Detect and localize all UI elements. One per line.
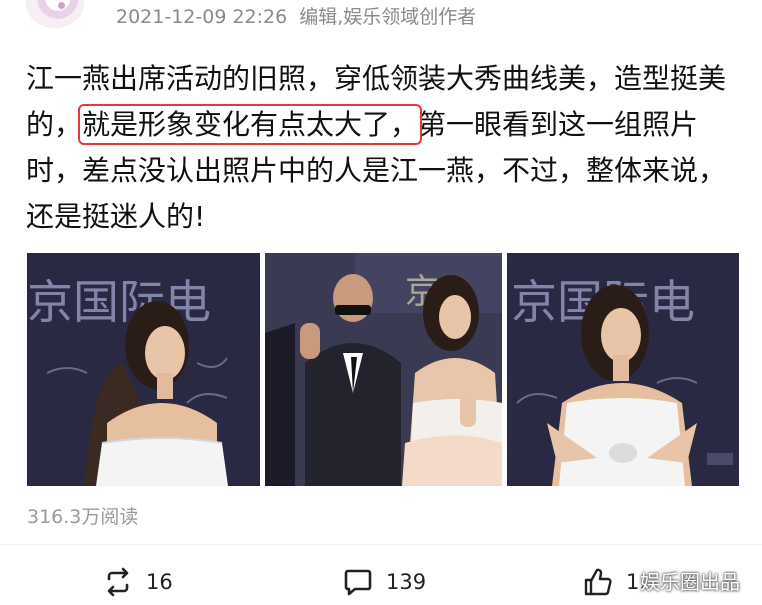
post-header: 2021-12-09 22:26 编辑,娱乐领域创作者 bbox=[0, 0, 762, 40]
photo-1[interactable]: 京国际电 bbox=[27, 253, 260, 486]
photo-2[interactable]: 京 bbox=[265, 253, 502, 486]
read-count: 316.3万阅读 bbox=[27, 506, 139, 528]
comment-count: 139 bbox=[386, 570, 427, 594]
author-label[interactable]: 编辑,娱乐领域创作者 bbox=[299, 6, 476, 28]
thumbs-up-icon bbox=[584, 568, 612, 596]
comment-icon bbox=[344, 569, 372, 596]
avatar[interactable] bbox=[26, 0, 84, 28]
post-timestamp: 2021-12-09 22:26 bbox=[116, 6, 288, 28]
post-body: 江一燕出席活动的旧照，穿低领装大秀曲线美，造型挺美的，就是形象变化有点太大了，第… bbox=[26, 56, 742, 240]
avatar-decoration bbox=[58, 2, 65, 9]
photo-3[interactable]: 京国际电 bbox=[507, 253, 739, 486]
post-meta: 2021-12-09 22:26 编辑,娱乐领域创作者 bbox=[116, 2, 476, 29]
like-button[interactable]: 1. bbox=[582, 562, 646, 602]
repost-icon bbox=[107, 567, 129, 597]
watermark: 娱乐圈出品 bbox=[640, 570, 740, 594]
photo-grid: 京国际电 京 bbox=[27, 253, 739, 486]
repost-count: 16 bbox=[146, 570, 173, 594]
post-text-highlight: 就是形象变化有点太大了， bbox=[78, 104, 423, 145]
comment-button[interactable]: 139 bbox=[342, 562, 426, 602]
repost-button[interactable]: 16 bbox=[102, 562, 173, 602]
divider bbox=[0, 544, 762, 545]
